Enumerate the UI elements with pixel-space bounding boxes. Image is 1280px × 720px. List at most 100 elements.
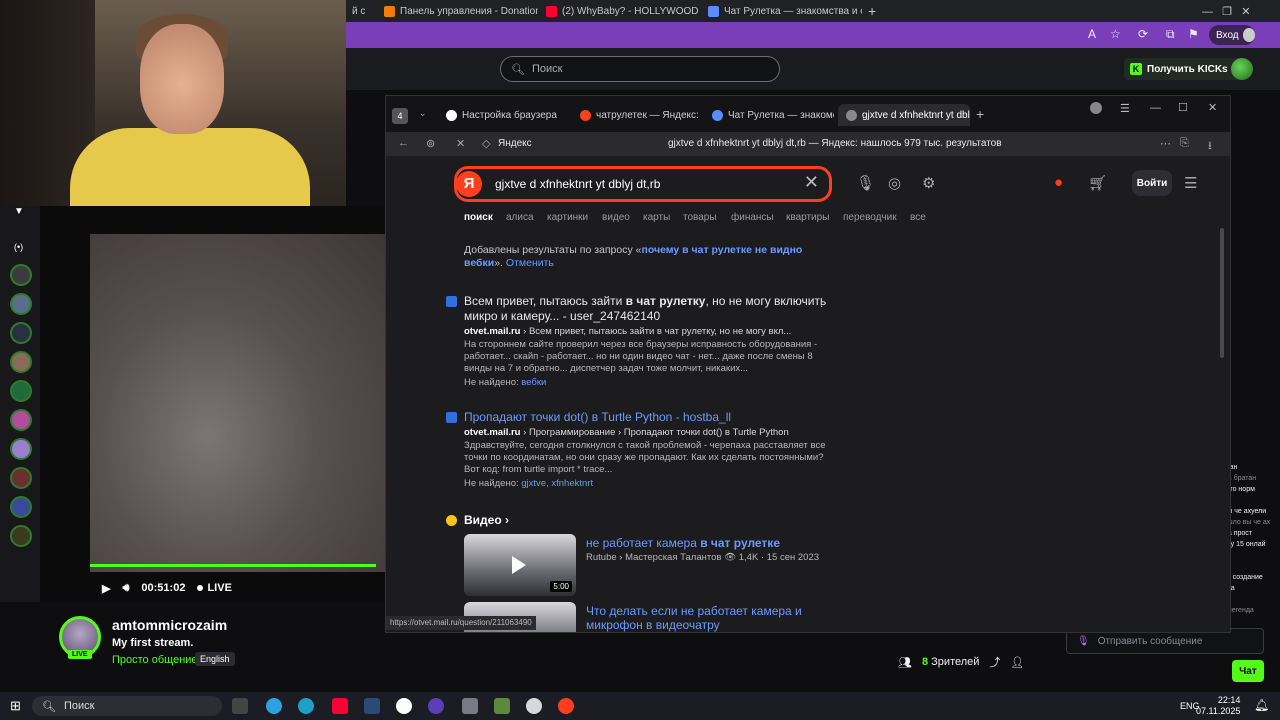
play-icon[interactable]: ▶ — [102, 582, 110, 595]
new-tab-button[interactable]: + — [862, 2, 882, 20]
search-nav-item[interactable]: финансы — [731, 212, 774, 223]
telegram-icon[interactable] — [266, 698, 282, 714]
result-source[interactable]: otvet.mail.ru › Программирование › Пропа… — [464, 427, 834, 438]
clear-search-icon[interactable]: ✕ — [804, 172, 819, 193]
result-source[interactable]: otvet.mail.ru › Всем привет, пытаюсь зай… — [464, 326, 834, 337]
outer-tab-chatroulette[interactable]: Чат Рулетка — знакомства и об × — [702, 2, 862, 20]
stream-category-link[interactable]: Просто общение — [112, 654, 198, 666]
search-input[interactable]: Я gjxtve d xfnhektnrt yt dblyj dt,rb ✕ — [454, 166, 832, 202]
sidebar-channel-avatar[interactable] — [10, 380, 32, 402]
share-icon[interactable]: ⤴ — [989, 654, 1000, 670]
menu-icon[interactable]: ☰ — [1120, 102, 1130, 115]
not-found-terms[interactable]: gjxtve, xfnhektnrt — [521, 478, 593, 489]
cancel-correction-link[interactable]: Отменить — [506, 257, 554, 269]
scrollbar[interactable] — [1220, 228, 1224, 358]
search-nav-item[interactable]: поиск — [464, 212, 493, 223]
more-options-icon[interactable]: ⋯ — [1160, 137, 1171, 150]
login-button[interactable]: Войти — [1132, 170, 1172, 196]
chat-send-button[interactable]: Чат — [1232, 660, 1264, 682]
outer-tab-youtube[interactable]: (2) WhyBaby? - HOLLYWOOD (К × — [540, 2, 700, 20]
back-arrow-icon[interactable]: ← — [398, 137, 409, 149]
protect-icon[interactable]: ⊚ — [426, 137, 435, 150]
window-controls[interactable]: — ❐ ✕ — [1196, 2, 1256, 20]
camera-search-icon[interactable]: ◎ — [888, 174, 901, 192]
search-nav-item[interactable]: карты — [643, 212, 670, 223]
stop-loading-icon[interactable]: ✕ — [456, 137, 465, 150]
minecraft-icon[interactable] — [494, 698, 510, 714]
read-aloud-icon[interactable]: A — [1088, 27, 1096, 41]
search-nav-item[interactable]: алиса — [506, 212, 534, 223]
inner-tab-chatroulette[interactable]: Чат Рулетка — знакомств — [704, 104, 834, 126]
new-tab-button[interactable]: + — [976, 106, 984, 122]
sidebar-channel-avatar[interactable] — [10, 351, 32, 373]
search-input[interactable]: 🔍︎ Поиск — [500, 56, 780, 82]
tab-list-chevron-icon[interactable]: ⌄ — [419, 108, 427, 119]
microphone-icon[interactable]: 🎙︎ — [1077, 636, 1090, 647]
result-title-link[interactable]: Пропадают точки dot() в Turtle Python - … — [464, 410, 834, 425]
collections-icon[interactable]: ⚑ — [1188, 27, 1199, 41]
filters-icon[interactable]: ⚙ — [922, 174, 935, 192]
sidebar-channel-avatar[interactable] — [10, 496, 32, 518]
sidebar-channel-avatar[interactable] — [10, 322, 32, 344]
steam-icon[interactable] — [364, 698, 380, 714]
search-nav-item[interactable]: все — [910, 212, 926, 223]
close-window-icon[interactable]: ✕ — [1208, 101, 1217, 114]
sidebar-channel-avatar[interactable] — [10, 264, 32, 286]
sidebar-channel-avatar[interactable] — [10, 438, 32, 460]
video-player[interactable]: ▶ 🔊︎ 00:51:02 LIVE — [40, 206, 386, 602]
notifications-icon[interactable]: ● — [1054, 174, 1063, 191]
volume-icon[interactable]: 🔊︎ — [122, 582, 129, 595]
clock[interactable]: 22:14 07.11.2025 — [1196, 695, 1240, 717]
videos-heading-link[interactable]: Видео › — [464, 513, 509, 527]
video-title-link[interactable]: не работает камера в чат рулетке — [586, 536, 780, 550]
minimize-icon[interactable]: — — [1150, 102, 1161, 114]
sidebar-channel-avatar[interactable] — [10, 525, 32, 547]
sidebar-channel-avatar[interactable] — [10, 467, 32, 489]
channel-name[interactable]: amtommicrozaim — [112, 617, 227, 633]
inner-tab-settings[interactable]: Настройка браузера — [438, 104, 568, 126]
favorite-star-icon[interactable]: ☆ — [1110, 27, 1121, 41]
search-nav-item[interactable]: видео — [602, 212, 630, 223]
yandex-browser-icon[interactable] — [558, 698, 574, 714]
youtube-icon[interactable] — [332, 698, 348, 714]
search-nav-item[interactable]: товары — [683, 212, 717, 223]
sidebar-channel-avatar[interactable] — [10, 409, 32, 431]
task-view-icon[interactable] — [232, 698, 248, 714]
not-found-terms[interactable]: вебки — [521, 377, 546, 388]
extension-icon[interactable]: ⧉ — [1166, 27, 1175, 42]
notifications-icon[interactable]: 🔔︎ — [1254, 698, 1269, 712]
video-title-link[interactable]: Что делать если не работает камера и мик… — [586, 604, 816, 632]
tab-count-badge[interactable]: 4 — [392, 108, 408, 124]
edge-icon[interactable] — [298, 698, 314, 714]
discord-icon[interactable] — [428, 698, 444, 714]
get-kicks-button[interactable]: K Получить KICKs — [1124, 58, 1246, 80]
maximize-icon[interactable]: ☐ — [1178, 101, 1188, 114]
app-icon[interactable] — [462, 698, 478, 714]
outer-tab-donationalerts[interactable]: Панель управления - DonationAl — [378, 2, 538, 20]
profile-login-button[interactable]: Вход — [1209, 25, 1255, 45]
inner-address-bar[interactable]: ← ⊚ ✕ ◇ Яндекс gjxtve d xfnhektnrt yt db… — [386, 132, 1230, 156]
language-tag[interactable]: English — [195, 652, 235, 666]
voice-search-icon[interactable]: 🎙︎ — [856, 174, 875, 192]
profile-icon[interactable] — [1090, 102, 1102, 114]
sidebar-channel-avatar[interactable] — [10, 293, 32, 315]
inner-tab-current[interactable]: gjxtve d xfnhektnrt yt dbl × — [838, 104, 970, 126]
inner-tab-yandex-search[interactable]: чатрулетек — Яндекс: наш — [572, 104, 702, 126]
taskbar-search[interactable]: 🔍︎ Поиск — [32, 696, 222, 716]
hamburger-menu-icon[interactable]: ☰ — [1184, 174, 1197, 192]
collapse-chevron-icon[interactable]: ▼ — [14, 206, 24, 217]
cart-icon[interactable]: 🛒︎ — [1088, 174, 1107, 192]
result-title-link[interactable]: Всем привет, пытаюсь зайти в чат рулетку… — [464, 294, 834, 324]
outer-tab-partial[interactable]: й с — [346, 2, 376, 20]
app-icon[interactable] — [526, 698, 542, 714]
windows-start-icon[interactable]: ⊞ — [10, 698, 21, 714]
downloads-icon[interactable]: ⭳ — [1208, 137, 1212, 156]
video-progress-bar[interactable] — [90, 564, 376, 567]
search-nav-item[interactable]: квартиры — [786, 212, 829, 223]
video-thumbnail[interactable]: 5:00 — [464, 534, 576, 596]
yandex-logo-icon[interactable]: Я — [456, 171, 482, 197]
search-nav-item[interactable]: картинки — [547, 212, 588, 223]
result-options-icon[interactable]: ⋮ — [816, 296, 827, 309]
user-avatar[interactable] — [1231, 58, 1253, 80]
refresh-icon[interactable]: ⟳ — [1138, 27, 1148, 41]
